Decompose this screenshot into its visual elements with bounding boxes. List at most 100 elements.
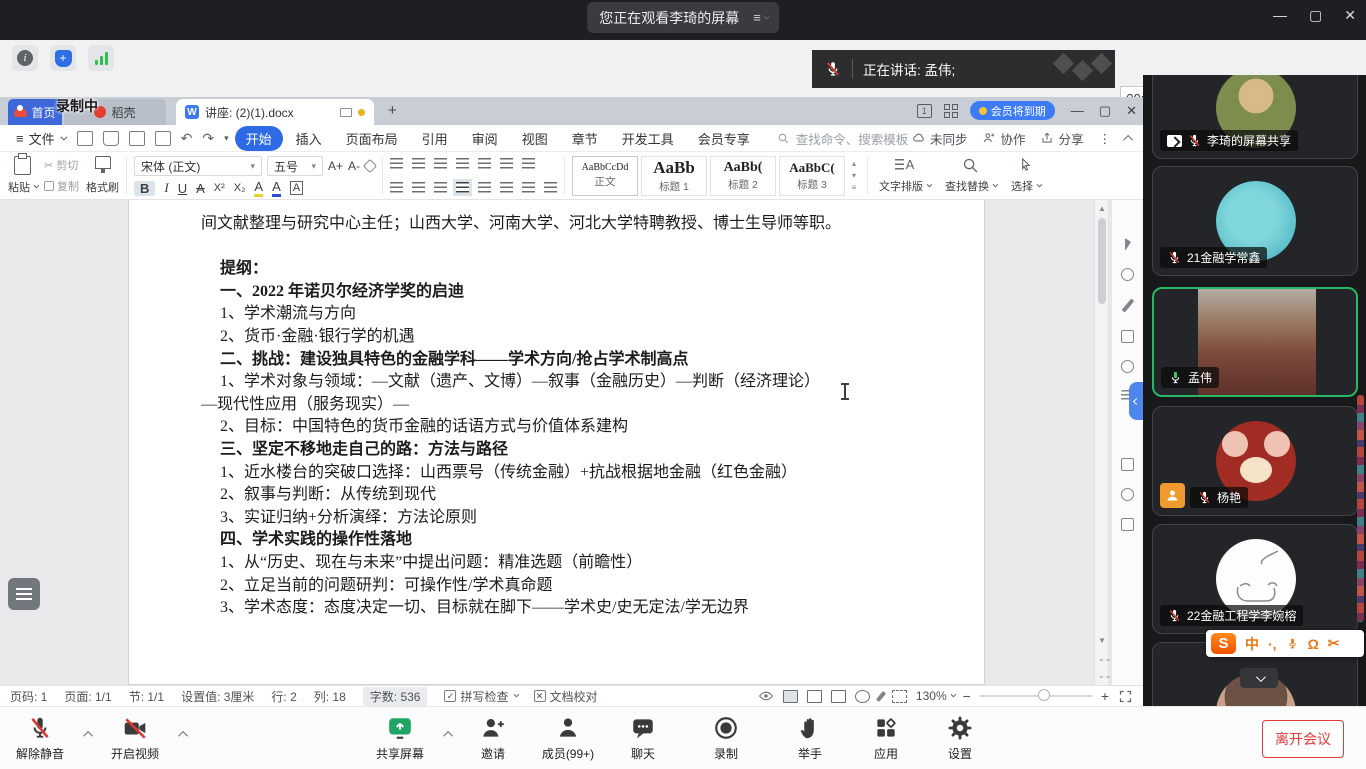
fit-fullscreen-icon[interactable]: [1118, 689, 1133, 704]
video-options-chevron[interactable]: [178, 731, 188, 741]
style-heading1[interactable]: AaBb 标题 1: [641, 156, 707, 196]
spellcheck-button[interactable]: ✓ 拼写检查: [444, 688, 516, 705]
ime-clip-button[interactable]: ✂: [1328, 635, 1340, 652]
decrease-indent-icon[interactable]: [434, 158, 447, 169]
proofread-button[interactable]: ✕ 文档校对: [534, 688, 598, 705]
scroll-down-icon[interactable]: ▼: [1098, 636, 1106, 645]
new-document-icon[interactable]: [77, 131, 93, 146]
align-left-icon[interactable]: [390, 182, 403, 193]
new-tab-button[interactable]: +: [388, 102, 397, 119]
menu-tab-view[interactable]: 视图: [511, 126, 559, 151]
format-painter-button[interactable]: 格式刷: [86, 155, 119, 196]
pan-tool-icon[interactable]: [1121, 268, 1134, 281]
panel-expand-handle[interactable]: [1129, 382, 1143, 420]
zoom-slider[interactable]: [980, 695, 1092, 697]
help-icon[interactable]: [1121, 360, 1134, 373]
next-page-icon[interactable]: ⌄⌄: [1098, 671, 1111, 680]
vertical-scrollbar[interactable]: ▲ ▼ ⌄⌄ ⌄⌄: [1094, 200, 1109, 685]
copy-button[interactable]: 复制: [44, 176, 79, 197]
sort-icon[interactable]: [500, 158, 513, 169]
share-screen-button[interactable]: 共享屏幕: [362, 714, 438, 762]
numbered-list-icon[interactable]: [412, 158, 425, 169]
distribute-icon[interactable]: [478, 182, 491, 193]
style-heading3[interactable]: AaBbC( 标题 3: [779, 156, 845, 196]
shading-icon[interactable]: [522, 182, 535, 193]
invite-button[interactable]: 邀请: [455, 714, 531, 762]
underline-button[interactable]: U: [178, 181, 187, 196]
ruler-icon[interactable]: [1121, 458, 1134, 471]
shrink-font-button[interactable]: A-: [348, 159, 360, 173]
find-replace-button[interactable]: 查找替换: [941, 155, 1000, 196]
text-layout-button[interactable]: A 文字排版: [875, 155, 934, 196]
scrollbar-thumb[interactable]: [1098, 218, 1106, 304]
grow-font-button[interactable]: A+: [328, 159, 343, 173]
select-tool-button[interactable]: 选择: [1007, 155, 1044, 196]
outline-view-icon[interactable]: [807, 690, 822, 703]
read-mode-icon[interactable]: [1121, 518, 1134, 531]
style-heading2[interactable]: AaBb( 标题 2: [710, 156, 776, 196]
meeting-info-button[interactable]: i: [12, 45, 38, 71]
bookmark-icon[interactable]: [1121, 488, 1134, 501]
superscript-button[interactable]: X²: [214, 182, 225, 194]
line-spacing-icon[interactable]: [500, 182, 513, 193]
menu-tab-member[interactable]: 会员专享: [687, 126, 761, 151]
more-options-button[interactable]: ⋮: [1099, 131, 1112, 146]
eye-protect-icon[interactable]: [758, 689, 774, 703]
participant-tile-liqi-share[interactable]: 李琦的屏幕共享: [1152, 75, 1358, 159]
menu-tab-insert[interactable]: 插入: [285, 126, 333, 151]
raise-hand-button[interactable]: 举手: [772, 714, 848, 762]
file-menu-button[interactable]: ≡ 文件: [10, 129, 71, 148]
floating-menu-button[interactable]: [8, 578, 40, 610]
start-video-button[interactable]: 开启视频: [97, 714, 173, 762]
menu-tab-page-layout[interactable]: 页面布局: [335, 126, 409, 151]
zoom-level-button[interactable]: 130%: [916, 689, 954, 703]
record-button[interactable]: 录制: [688, 714, 764, 762]
participant-tile-changxin[interactable]: 21金融学常鑫: [1152, 166, 1358, 276]
strikethrough-button[interactable]: A: [196, 181, 205, 196]
leave-meeting-button[interactable]: 离开会议: [1262, 720, 1344, 758]
scroll-up-icon[interactable]: ▲: [1098, 204, 1106, 213]
subscript-button[interactable]: X₂: [234, 182, 246, 194]
print-preview-icon[interactable]: [155, 131, 171, 146]
sync-status-button[interactable]: 未同步: [912, 129, 968, 148]
network-quality-button[interactable]: [88, 45, 114, 71]
highlighter-tool-icon[interactable]: [1121, 330, 1134, 343]
zoom-slider-knob[interactable]: [1038, 689, 1050, 701]
bullet-list-icon[interactable]: [390, 158, 403, 169]
menu-tab-home[interactable]: 开始: [235, 126, 283, 151]
justify-icon[interactable]: [456, 182, 469, 193]
tab-document[interactable]: W 讲座: (2)(1).docx: [176, 99, 374, 125]
zoom-out-button[interactable]: −: [963, 688, 971, 704]
bold-button[interactable]: B: [134, 181, 155, 196]
collapse-participants-button[interactable]: [1240, 668, 1278, 688]
web-view-icon[interactable]: [855, 690, 870, 703]
redo-button[interactable]: ↷: [198, 130, 218, 147]
wps-minimize-button[interactable]: —: [1071, 103, 1084, 119]
membership-badge[interactable]: 会员将到期: [970, 101, 1055, 120]
share-options-chevron[interactable]: [443, 731, 453, 741]
font-color-button[interactable]: A: [272, 179, 281, 197]
audio-options-chevron[interactable]: [83, 731, 93, 741]
undo-button[interactable]: ↶: [177, 130, 197, 147]
participant-tile-liwanrong[interactable]: 22金融工程学李婉榕: [1152, 524, 1358, 634]
borders-icon[interactable]: [544, 182, 557, 193]
participant-tile-yangyan[interactable]: 杨艳: [1152, 406, 1358, 516]
banner-menu-button[interactable]: ≡: [753, 10, 767, 25]
style-normal[interactable]: AaBbCcDd 正文: [572, 156, 638, 196]
align-right-icon[interactable]: [434, 182, 447, 193]
character-border-button[interactable]: A: [290, 181, 303, 195]
wps-close-button[interactable]: ✕: [1126, 103, 1137, 119]
document-page[interactable]: 间文献整理与研究中心主任；山西大学、河南大学、河北大学特聘教授、博士生导师等职。…: [128, 200, 985, 685]
page-view-icon[interactable]: [783, 690, 798, 703]
cut-button[interactable]: ✂剪切: [44, 155, 79, 176]
print-icon[interactable]: [129, 131, 145, 146]
apps-button[interactable]: 应用: [848, 714, 924, 762]
menu-tab-developer[interactable]: 开发工具: [611, 126, 685, 151]
share-button[interactable]: 分享: [1040, 129, 1083, 148]
single-page-icon[interactable]: 1: [917, 104, 932, 118]
members-button[interactable]: 成员(99+): [530, 714, 606, 762]
wps-maximize-button[interactable]: ▢: [1099, 103, 1111, 119]
collapse-ribbon-button[interactable]: [1123, 134, 1133, 144]
ime-voice-icon[interactable]: [1286, 636, 1299, 651]
colorful-scroll-strip[interactable]: [1357, 395, 1364, 622]
